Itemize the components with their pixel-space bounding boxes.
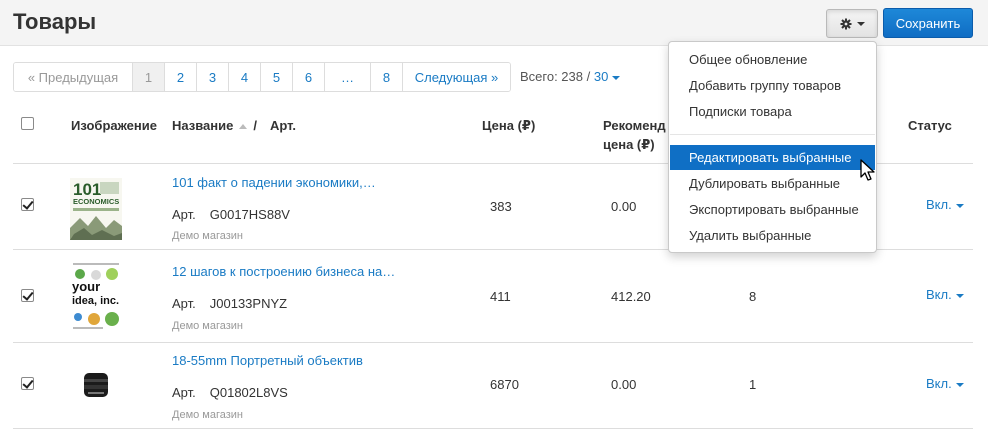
chevron-down-icon <box>955 382 964 387</box>
sku-value: Q01802L8VS <box>209 385 288 400</box>
status-value: Вкл. <box>926 376 952 391</box>
save-button[interactable]: Сохранить <box>883 8 973 38</box>
column-header-recommended[interactable]: Рекоменд <box>603 118 666 133</box>
product-recommended-price[interactable]: 0.00 <box>611 377 636 392</box>
column-header-recommended-line2: цена (₽) <box>603 137 655 152</box>
column-header-price[interactable]: Цена (₽) <box>482 118 535 134</box>
status-value: Вкл. <box>926 197 952 212</box>
page-link-6[interactable]: 6 <box>292 63 324 91</box>
status-toggle[interactable]: Вкл. <box>926 197 964 212</box>
product-recommended-price[interactable]: 0.00 <box>611 199 636 214</box>
sku-value: G0017HS88V <box>209 207 290 222</box>
book-cover-line1: your <box>72 279 100 294</box>
menu-item-duplicate-selected[interactable]: Дублировать выбранные <box>669 171 876 196</box>
select-all-checkbox[interactable] <box>21 117 34 130</box>
menu-item-delete-selected[interactable]: Удалить выбранные <box>669 223 876 248</box>
row-checkbox[interactable] <box>21 377 34 390</box>
row-checkbox[interactable] <box>21 289 34 302</box>
product-shop: Демо магазин <box>172 409 244 421</box>
chevron-down-icon <box>955 293 964 298</box>
column-header-sku[interactable]: Арт. <box>270 118 296 133</box>
status-toggle[interactable]: Вкл. <box>926 287 964 302</box>
sku-value: J00133PNYZ <box>209 296 288 311</box>
menu-item-product-subscriptions[interactable]: Подписки товара <box>669 99 876 124</box>
product-name-link[interactable]: 12 шагов к построению бизнеса на… <box>172 264 395 279</box>
page-link-4[interactable]: 4 <box>228 63 260 91</box>
product-price[interactable]: 383 <box>490 199 512 214</box>
column-header-status[interactable]: Статус <box>908 118 952 133</box>
gear-icon <box>840 18 852 30</box>
page-link-1[interactable]: 1 <box>132 63 164 91</box>
column-header-slash: / <box>253 118 257 133</box>
product-recommended-price[interactable]: 412.20 <box>611 289 651 304</box>
column-header-name-sort[interactable]: Название / <box>172 118 257 133</box>
book-cover-title: ECONOMICS <box>73 197 119 206</box>
status-value: Вкл. <box>926 287 952 302</box>
total-count: Всего: 238 / 30 <box>520 69 621 84</box>
prev-page-link[interactable]: « Предыдущая <box>14 63 132 91</box>
product-thumbnail[interactable]: your idea, inc. <box>70 261 122 334</box>
page-link-ellipsis[interactable]: … <box>324 63 370 91</box>
menu-divider <box>670 134 875 135</box>
sku-label: Арт. <box>172 207 196 222</box>
product-sku: Арт. Q01802L8VS <box>172 385 288 400</box>
per-page-value: 30 <box>593 69 609 84</box>
chevron-down-icon <box>612 75 621 80</box>
product-shop: Демо магазин <box>172 320 244 332</box>
product-sku: Арт. G0017HS88V <box>172 207 290 222</box>
column-header-image: Изображение <box>71 118 157 133</box>
per-page-selector[interactable]: 30 <box>593 69 621 84</box>
page-title: Товары <box>13 9 97 34</box>
pagination: « Предыдущая 1 2 3 4 5 6 … 8 Следующая » <box>13 62 511 92</box>
product-name-link[interactable]: 101 факт о падении экономики,… <box>172 175 376 190</box>
product-price[interactable]: 411 <box>490 289 511 304</box>
status-toggle[interactable]: Вкл. <box>926 376 964 391</box>
sku-label: Арт. <box>172 385 196 400</box>
product-name-link[interactable]: 18-55mm Портретный объектив <box>172 353 363 368</box>
table-divider <box>13 428 973 429</box>
page-link-8[interactable]: 8 <box>370 63 402 91</box>
page-link-2[interactable]: 2 <box>164 63 196 91</box>
sku-label: Арт. <box>172 296 196 311</box>
table-divider <box>13 342 973 343</box>
menu-item-export-selected[interactable]: Экспортировать выбранные <box>669 197 876 222</box>
settings-menu-button[interactable] <box>826 9 878 38</box>
actions-dropdown-menu: Общее обновление Добавить группу товаров… <box>668 41 877 253</box>
product-thumbnail[interactable]: 101 ECONOMICS <box>70 178 122 243</box>
product-sku: Арт. J00133PNYZ <box>172 296 287 311</box>
row-checkbox[interactable] <box>21 198 34 211</box>
menu-item-add-product-group[interactable]: Добавить группу товаров <box>669 73 876 98</box>
menu-item-general-update[interactable]: Общее обновление <box>669 47 876 72</box>
next-page-link[interactable]: Следующая » <box>402 63 510 91</box>
chevron-down-icon <box>856 21 865 26</box>
sort-up-icon <box>239 124 248 130</box>
page-link-5[interactable]: 5 <box>260 63 292 91</box>
page-header: Товары Сохранить <box>0 0 988 46</box>
product-quantity[interactable]: 8 <box>749 289 756 304</box>
book-cover-line2: idea, inc. <box>72 295 119 307</box>
product-price[interactable]: 6870 <box>490 377 519 392</box>
product-thumbnail[interactable] <box>82 370 110 403</box>
product-shop: Демо магазин <box>172 230 244 242</box>
product-quantity[interactable]: 1 <box>749 377 756 392</box>
total-label: Всего: 238 / <box>520 69 591 84</box>
page-link-3[interactable]: 3 <box>196 63 228 91</box>
menu-item-edit-selected[interactable]: Редактировать выбранные <box>670 145 875 170</box>
chevron-down-icon <box>955 203 964 208</box>
cursor-arrow-icon <box>860 159 876 186</box>
column-header-name: Название <box>172 118 234 133</box>
